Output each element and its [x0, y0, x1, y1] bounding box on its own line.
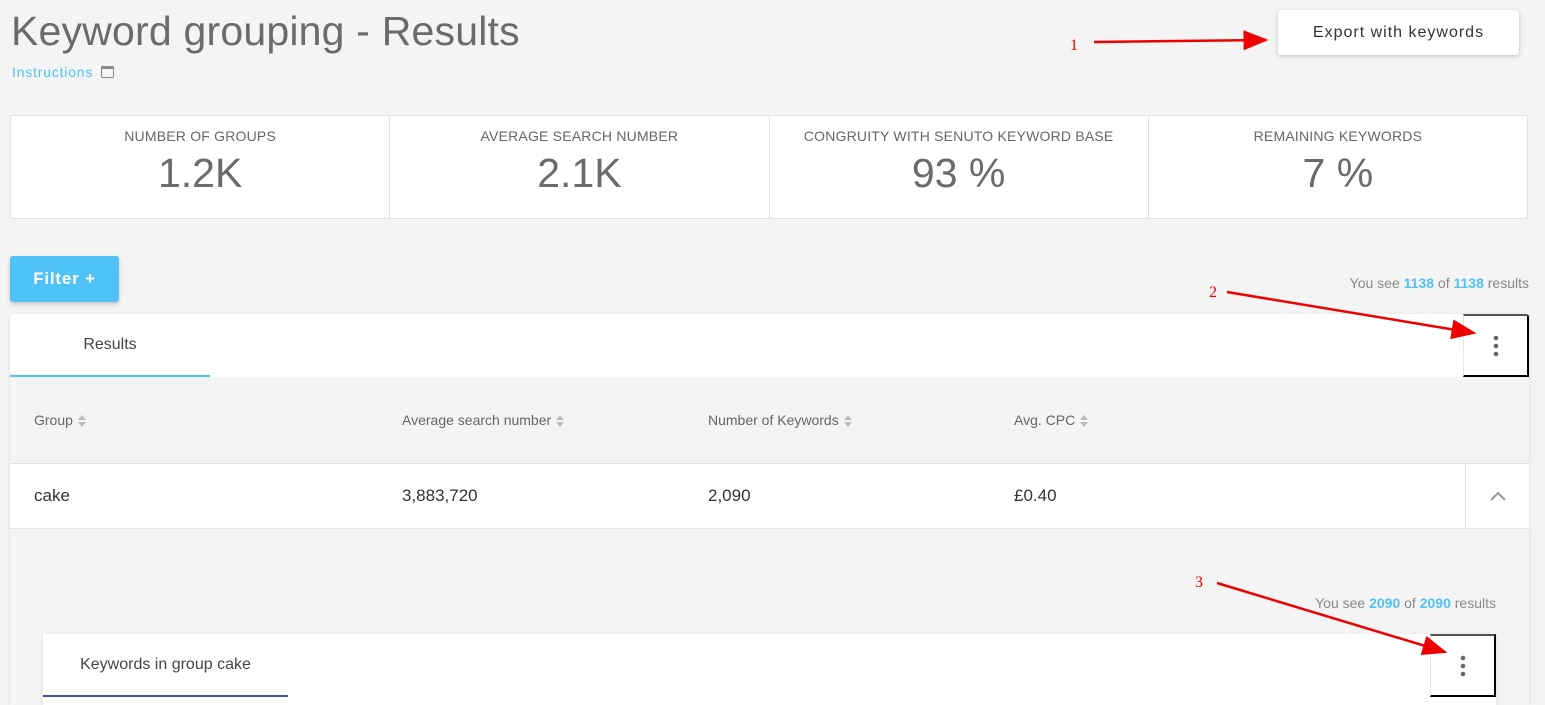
column-header-label: Avg. CPC	[1014, 412, 1076, 428]
stats-panel: NUMBER OF GROUPS 1.2K AVERAGE SEARCH NUM…	[10, 115, 1528, 219]
column-header-average-search-number[interactable]: Average search number	[402, 377, 565, 463]
keywords-in-group-card: Keywords in group cake	[43, 634, 1496, 705]
results-count-prefix: You see	[1315, 595, 1366, 611]
stat-average-search-number: AVERAGE SEARCH NUMBER 2.1K	[390, 116, 770, 218]
column-header-group[interactable]: Group	[34, 377, 86, 463]
results-count-middle: of	[1404, 595, 1416, 611]
results-tabbar: Results	[10, 314, 1529, 377]
instructions-link[interactable]: Instructions	[12, 64, 115, 80]
annotation-number: 3	[1195, 574, 1203, 591]
stat-label: CONGRUITY WITH SENUTO KEYWORD BASE	[803, 128, 1114, 144]
chevron-up-icon	[1489, 491, 1506, 501]
sort-icon	[77, 415, 86, 428]
group-results-count: You see 2090 of 2090 results	[1315, 595, 1496, 611]
stat-label: REMAINING KEYWORDS	[1253, 128, 1423, 144]
results-count-prefix: You see	[1349, 275, 1400, 291]
annotation-number: 2	[1209, 284, 1217, 301]
stat-value: 2.1K	[537, 150, 622, 196]
annotation-arrow	[1093, 30, 1269, 51]
results-count-suffix: results	[1454, 595, 1496, 611]
results-count-total: 2090	[1419, 595, 1451, 611]
column-header-label: Number of Keywords	[708, 412, 839, 428]
column-header-label: Average search number	[402, 412, 552, 428]
window-icon	[101, 66, 115, 78]
cell-avg-cpc: £0.40	[1014, 486, 1057, 505]
stat-value: 1.2K	[157, 150, 243, 196]
column-header-label: Group	[34, 412, 73, 428]
page-title: Keyword grouping - Results	[11, 8, 520, 54]
stat-congruity: CONGRUITY WITH SENUTO KEYWORD BASE 93 %	[770, 116, 1149, 218]
results-card: Results Group Average search number Numb…	[10, 314, 1529, 705]
results-count: You see 1138 of 1138 results	[1350, 275, 1529, 291]
more-vertical-icon	[1493, 335, 1498, 356]
stat-remaining-keywords: REMAINING KEYWORDS 7 %	[1149, 116, 1527, 218]
results-count-shown: 2090	[1369, 595, 1401, 611]
cell-group: cake	[34, 486, 70, 505]
table-row[interactable]: cake 3,883,720 2,090 £0.40	[10, 464, 1529, 529]
stat-value: 7 %	[1302, 150, 1374, 196]
filter-button[interactable]: Filter +	[10, 256, 119, 302]
keywords-tabbar: Keywords in group cake	[43, 634, 1496, 697]
column-header-avg-cpc[interactable]: Avg. CPC	[1014, 377, 1089, 463]
tab-results[interactable]: Results	[10, 314, 210, 377]
stat-label: AVERAGE SEARCH NUMBER	[480, 128, 679, 144]
results-count-suffix: results	[1487, 275, 1529, 291]
stat-value: 93 %	[911, 150, 1006, 196]
column-header-number-of-keywords[interactable]: Number of Keywords	[708, 377, 852, 463]
sort-icon	[843, 415, 852, 428]
results-count-middle: of	[1437, 275, 1450, 291]
stat-number-of-groups: NUMBER OF GROUPS 1.2K	[11, 116, 391, 218]
export-with-keywords-button[interactable]: Export with keywords	[1278, 10, 1519, 55]
stat-label: NUMBER OF GROUPS	[124, 128, 276, 144]
cell-number-of-keywords: 2,090	[708, 486, 751, 505]
sort-icon	[1080, 415, 1089, 428]
tab-keywords-in-group[interactable]: Keywords in group cake	[43, 634, 288, 697]
results-count-shown: 1138	[1403, 275, 1435, 291]
sort-icon	[556, 415, 565, 428]
group-detail-panel: You see 2090 of 2090 results Keywords in…	[10, 529, 1529, 705]
instructions-label: Instructions	[12, 64, 94, 80]
results-count-total: 1138	[1453, 275, 1484, 291]
cell-average-search-number: 3,883,720	[402, 486, 478, 505]
collapse-row-button[interactable]	[1465, 464, 1529, 528]
more-vertical-icon	[1460, 655, 1465, 676]
annotation-number: 1	[1070, 37, 1078, 54]
keywords-menu-button[interactable]	[1430, 634, 1496, 697]
table-header: Group Average search number Number of Ke…	[10, 377, 1529, 464]
results-menu-button[interactable]	[1463, 314, 1529, 377]
